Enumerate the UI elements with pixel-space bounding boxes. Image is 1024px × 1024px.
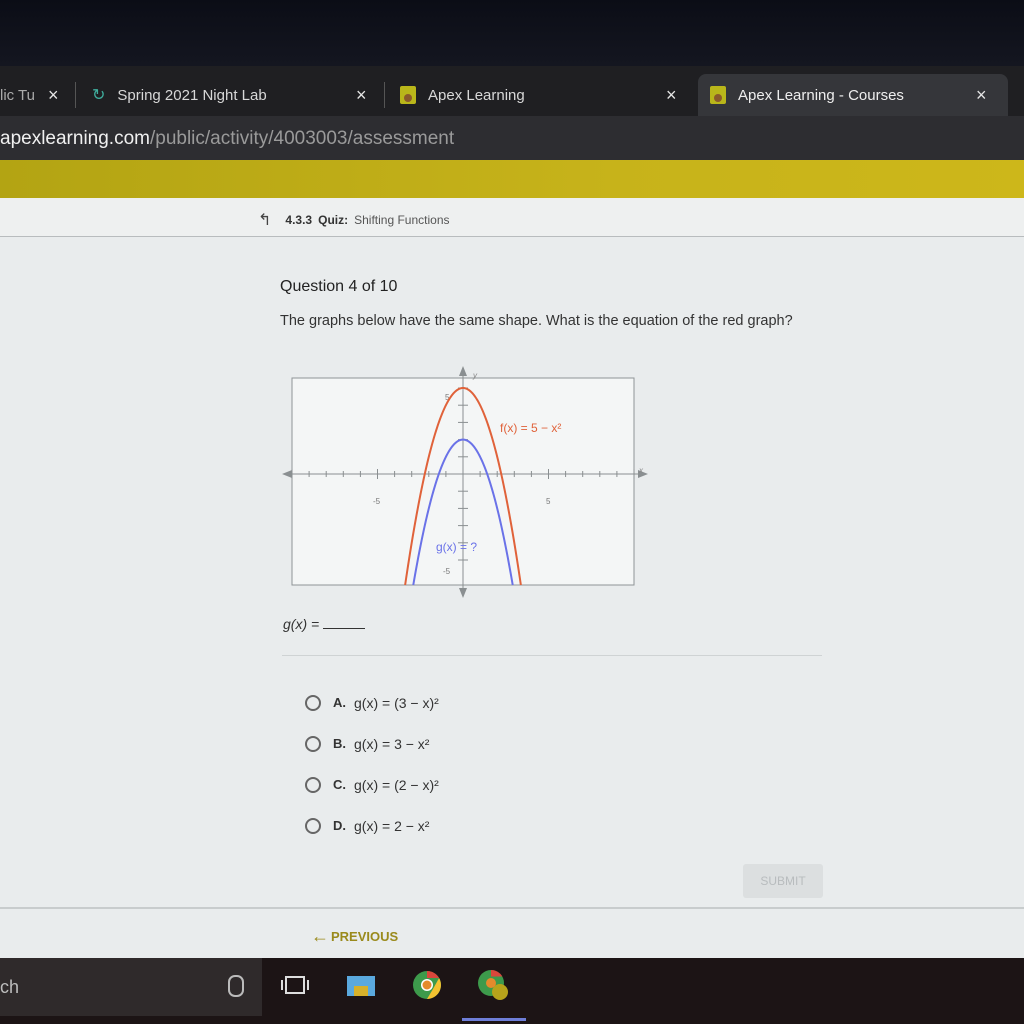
sync-icon: ↻	[92, 87, 106, 104]
address-bar[interactable]: apexlearning.com/public/activity/4003003…	[0, 116, 1024, 162]
search-text: ch	[0, 977, 20, 997]
breadcrumb-bar: ↰ 4.3.3 Quiz: Shifting Functions	[0, 198, 1024, 237]
chrome-icon[interactable]	[410, 968, 444, 1002]
breadcrumb[interactable]: ↰ 4.3.3 Quiz: Shifting Functions	[258, 210, 450, 230]
windows-taskbar: ch	[0, 958, 1024, 1024]
x-axis-left-arrow-icon	[282, 470, 292, 478]
tab-label: Apex Learning	[428, 86, 525, 104]
submit-button[interactable]: SUBMIT	[743, 864, 823, 898]
tab-label: Spring 2021 Night Lab	[117, 86, 267, 104]
option-d[interactable]: D. g(x) = 2 − x²	[305, 805, 439, 846]
question-counter: Question 4 of 10	[280, 278, 398, 295]
tab-separator	[75, 82, 76, 108]
previous-label: PREVIOUS	[331, 929, 399, 944]
x-tick-label-neg5: -5	[373, 497, 381, 506]
y-axis-up-arrow-icon	[459, 366, 467, 376]
apex-favicon-icon	[710, 86, 726, 104]
radio-button[interactable]	[305, 776, 321, 793]
option-b[interactable]: B. g(x) = 3 − x²	[305, 723, 439, 764]
footer-divider	[0, 907, 1024, 909]
option-letter: D.	[333, 818, 346, 833]
lesson-number: 4.3.3	[285, 213, 313, 227]
task-view-icon[interactable]	[278, 968, 312, 1002]
tab-apex-learning-courses[interactable]: Apex Learning - Courses ×	[698, 74, 1008, 116]
url-host: apexlearning.com	[0, 128, 150, 149]
chrome-profile-icon[interactable]	[476, 968, 510, 1002]
option-text: g(x) = (3 − x)²	[354, 694, 439, 711]
y-axis-down-arrow-icon	[459, 588, 467, 598]
answer-prompt: g(x) =	[283, 616, 366, 632]
option-text: g(x) = 2 − x²	[354, 817, 430, 834]
close-icon[interactable]: ×	[356, 85, 367, 106]
divider	[282, 655, 822, 656]
radio-button[interactable]	[305, 735, 321, 752]
tab-spring-2021-night-lab[interactable]: ↻ Spring 2021 Night Lab ×	[92, 74, 382, 116]
tab-apex-learning[interactable]: Apex Learning ×	[400, 74, 690, 116]
quiz-page: ↰ 4.3.3 Quiz: Shifting Functions Questio…	[0, 198, 1024, 958]
microphone-icon[interactable]	[228, 975, 244, 997]
option-text: g(x) = (2 − x)²	[354, 776, 439, 793]
apex-header-banner	[0, 160, 1024, 198]
answer-options: A. g(x) = (3 − x)² B. g(x) = 3 − x² C. g…	[305, 682, 439, 846]
apex-favicon-icon	[400, 86, 416, 104]
browser-tab-bar: lic Tu × ↻ Spring 2021 Night Lab × Apex …	[0, 66, 1024, 116]
activity-type: Quiz:	[318, 213, 349, 227]
function-graph: x y -5 5 5 -5 f(x) = 5 − x² g(x) = ?	[282, 366, 648, 598]
x-tick-label-5: 5	[546, 497, 551, 506]
active-app-indicator	[462, 1018, 526, 1021]
file-explorer-icon[interactable]	[344, 968, 378, 1002]
arrow-left-icon: ←	[311, 926, 329, 946]
tab-label: lic Tu	[0, 86, 36, 104]
y-tick-label-neg5: -5	[443, 567, 451, 576]
tab-lic-tu[interactable]: lic Tu ×	[0, 74, 70, 116]
g-label: g(x) = ?	[436, 540, 477, 554]
activity-title: Shifting Functions	[354, 213, 450, 227]
previous-button[interactable]: ← PREVIOUS	[311, 926, 398, 947]
close-icon[interactable]: ×	[666, 85, 677, 106]
radio-button[interactable]	[305, 817, 321, 834]
option-c[interactable]: C. g(x) = (2 − x)²	[305, 764, 439, 805]
screen-bezel	[0, 0, 1024, 66]
question-prompt: The graphs below have the same shape. Wh…	[280, 313, 793, 329]
option-letter: B.	[333, 736, 346, 751]
tab-separator	[384, 82, 385, 108]
tab-label: Apex Learning - Courses	[738, 86, 904, 104]
close-icon[interactable]: ×	[48, 85, 59, 106]
option-text: g(x) = 3 − x²	[354, 735, 430, 752]
answer-prefix: g(x) =	[283, 616, 320, 632]
radio-button[interactable]	[305, 694, 321, 711]
option-letter: A.	[333, 695, 346, 710]
close-icon[interactable]: ×	[976, 85, 987, 106]
f-label: f(x) = 5 − x²	[500, 421, 561, 435]
url-path: /public/activity/4003003/assessment	[149, 128, 455, 149]
up-arrow-icon: ↰	[258, 212, 272, 229]
option-letter: C.	[333, 777, 346, 792]
option-a[interactable]: A. g(x) = (3 − x)²	[305, 682, 439, 723]
taskbar-search[interactable]: ch	[0, 958, 262, 1016]
answer-blank	[323, 628, 366, 629]
